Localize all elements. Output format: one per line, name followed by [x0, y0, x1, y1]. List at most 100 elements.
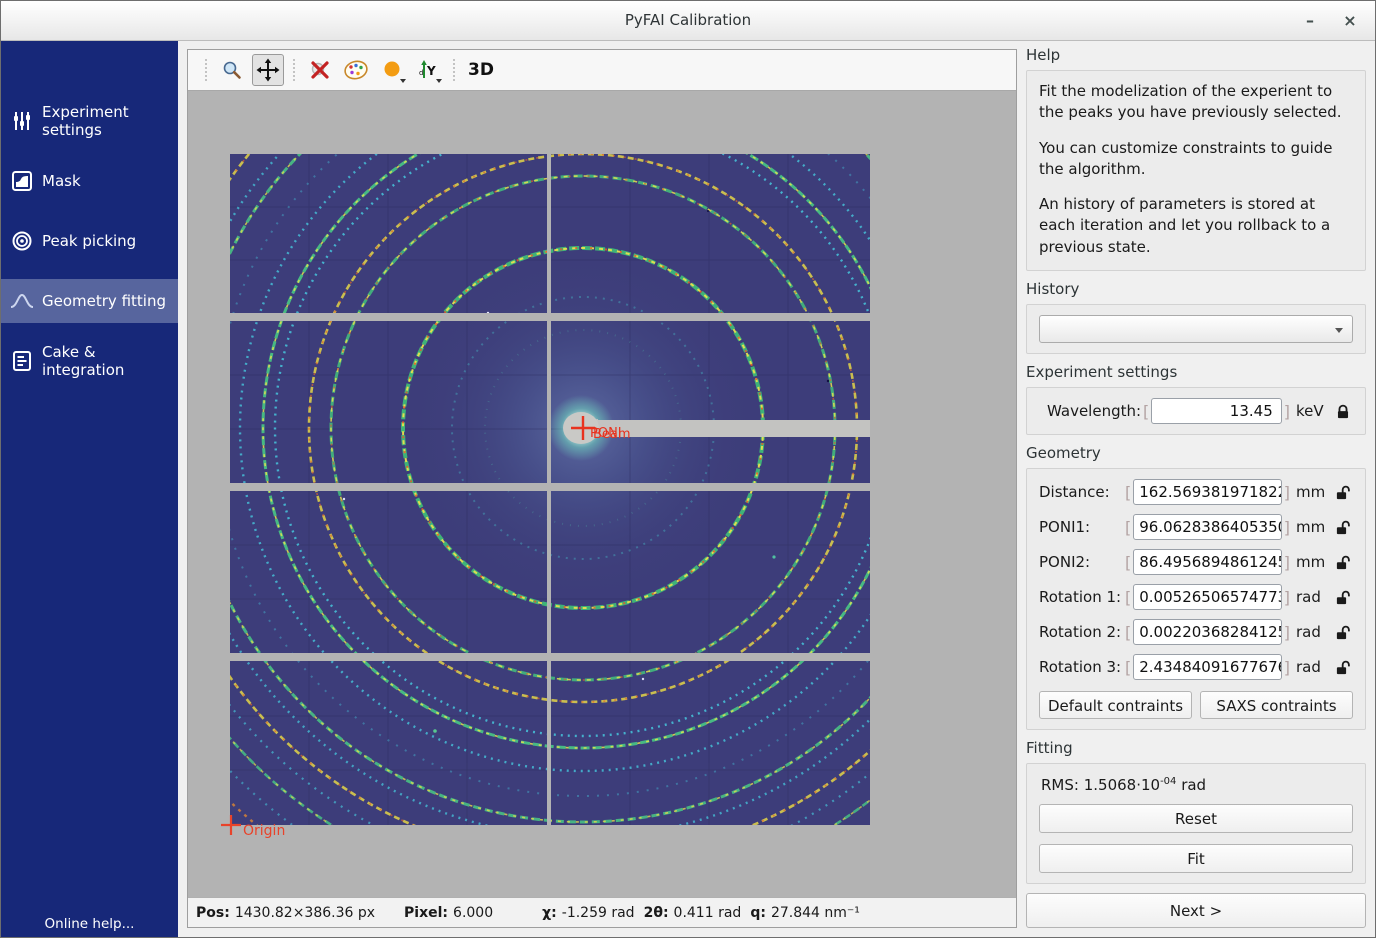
- close-bracket: ]: [1282, 402, 1292, 421]
- sidebar-item-mask[interactable]: Mask: [1, 159, 178, 203]
- history-dropdown[interactable]: [1039, 315, 1353, 343]
- status-bar: Pos: 1430.82×386.36 px Pixel: 6.000 χ: -…: [188, 897, 1016, 927]
- history-box: [1026, 304, 1366, 354]
- distance-unit: mm: [1296, 483, 1330, 501]
- zoom-magnifier-button[interactable]: [216, 54, 248, 86]
- poni1-unit: mm: [1296, 518, 1330, 536]
- close-bracket: ]: [1282, 623, 1292, 642]
- saxs-constraints-button[interactable]: SAXS contraints: [1200, 691, 1353, 719]
- pos-label: Pos:: [196, 905, 230, 921]
- colormap-palette-button[interactable]: [340, 54, 372, 86]
- reset-button[interactable]: Reset: [1039, 804, 1353, 833]
- wavelength-label: Wavelength:: [1047, 402, 1141, 420]
- close-bracket: ]: [1282, 588, 1292, 607]
- experiment-box: Wavelength: [ 13.45 ] keV: [1026, 387, 1366, 435]
- lock-open-icon[interactable]: [1336, 660, 1353, 675]
- close-bracket: ]: [1282, 658, 1292, 677]
- open-bracket: [: [1123, 623, 1133, 642]
- default-constraints-button[interactable]: Default contraints: [1039, 691, 1192, 719]
- rotation2-unit: rad: [1296, 623, 1330, 641]
- sidebar-item-geometry-fitting[interactable]: Geometry fitting: [1, 279, 178, 323]
- sidebar-item-experiment-settings[interactable]: Experiment settings: [1, 99, 178, 143]
- lock-open-icon[interactable]: [1336, 485, 1353, 500]
- help-section-title: Help: [1026, 46, 1366, 64]
- lock-open-icon[interactable]: [1336, 520, 1353, 535]
- rotation3-row: Rotation 3: [ 2.43484091677676 ] rad: [1039, 654, 1353, 680]
- q-value: 27.844 nm⁻¹: [771, 905, 860, 921]
- rms-readout: RMS: 1.5068·10-04 rad: [1041, 776, 1353, 794]
- poni1-field[interactable]: 96.0628386405350: [1133, 514, 1282, 540]
- axis-direction-button[interactable]: Yd: [412, 54, 444, 86]
- title-bar: PyFAI Calibration – ×: [1, 1, 1375, 41]
- sidebar-item-label: Cake & integration: [42, 343, 178, 379]
- rotation2-field[interactable]: 0.00220368284125: [1133, 619, 1282, 645]
- lock-open-icon[interactable]: [1336, 625, 1353, 640]
- rotation3-field[interactable]: 2.43484091677676: [1133, 654, 1282, 680]
- fit-button[interactable]: Fit: [1039, 844, 1353, 873]
- rms-unit: rad: [1181, 776, 1206, 794]
- fitting-section-title: Fitting: [1026, 739, 1366, 757]
- pixel-value: 6.000: [453, 905, 493, 921]
- rotation3-unit: rad: [1296, 658, 1330, 676]
- twotheta-value: 0.411 rad: [674, 905, 742, 921]
- window-title: PyFAI Calibration: [1, 11, 1375, 29]
- beam-label: Beam: [593, 427, 631, 442]
- sidebar-item-peak-picking[interactable]: Peak picking: [1, 219, 178, 263]
- close-bracket: ]: [1282, 553, 1292, 572]
- lock-closed-icon[interactable]: [1336, 404, 1353, 419]
- detector-image: PONI Beam Origin: [188, 91, 1016, 897]
- close-bracket: ]: [1282, 483, 1292, 502]
- close-button[interactable]: ×: [1337, 9, 1363, 33]
- geometry-box: Distance: [ 162.569381971822 ] mm PONI1:…: [1026, 468, 1366, 730]
- distance-label: Distance:: [1039, 483, 1123, 501]
- q-label: q:: [750, 905, 766, 921]
- sidebar-item-label: Mask: [42, 172, 81, 190]
- rotation1-unit: rad: [1296, 588, 1330, 606]
- poni2-field[interactable]: 86.4956894861245: [1133, 549, 1282, 575]
- svg-text:Y: Y: [426, 64, 436, 78]
- open-bracket: [: [1123, 483, 1133, 502]
- online-help-link[interactable]: Online help...: [1, 916, 178, 932]
- control-panel: Help Fit the modelization of the experie…: [1017, 41, 1376, 938]
- plot-widget: Yd 3D: [187, 49, 1017, 928]
- open-bracket: [: [1141, 402, 1151, 421]
- open-bracket: [: [1123, 658, 1133, 677]
- rotation3-label: Rotation 3:: [1039, 658, 1123, 676]
- fitting-box: RMS: 1.5068·10-04 rad Reset Fit: [1026, 763, 1366, 884]
- help-paragraph: Fit the modelization of the experient to…: [1039, 81, 1353, 124]
- crosshair-off-button[interactable]: [304, 54, 336, 86]
- sidebar-item-cake-integration[interactable]: Cake & integration: [1, 339, 178, 383]
- svg-text:d: d: [419, 69, 423, 77]
- distance-row: Distance: [ 162.569381971822 ] mm: [1039, 479, 1353, 505]
- rotation1-field[interactable]: 0.00526506574773: [1133, 584, 1282, 610]
- help-paragraph: You can customize constraints to guide t…: [1039, 138, 1353, 181]
- marker-color-button[interactable]: [376, 54, 408, 86]
- constraint-buttons: Default contraints SAXS contraints: [1039, 691, 1353, 719]
- rotation2-row: Rotation 2: [ 0.00220368284125 ] rad: [1039, 619, 1353, 645]
- mask-icon: [10, 169, 34, 193]
- view-3d-button[interactable]: 3D: [468, 60, 494, 80]
- pan-move-button[interactable]: [252, 54, 284, 86]
- wavelength-field[interactable]: 13.45: [1151, 398, 1282, 424]
- chi-value: -1.259 rad: [562, 905, 635, 921]
- help-paragraph: An history of parameters is stored at ea…: [1039, 194, 1353, 258]
- rotation2-label: Rotation 2:: [1039, 623, 1123, 641]
- diffraction-canvas[interactable]: PONI Beam Origin: [188, 90, 1016, 897]
- distance-field[interactable]: 162.569381971822: [1133, 479, 1282, 505]
- wavelength-row: Wavelength: [ 13.45 ] keV: [1039, 398, 1353, 424]
- chi-label: χ:: [542, 905, 557, 921]
- lock-open-icon[interactable]: [1336, 590, 1353, 605]
- open-bracket: [: [1123, 588, 1133, 607]
- sidebar-item-label: Peak picking: [42, 232, 136, 250]
- lock-open-icon[interactable]: [1336, 555, 1353, 570]
- concentric-rings-icon: [10, 229, 34, 253]
- dropdown-caret-icon: [436, 79, 442, 83]
- next-button[interactable]: Next >: [1026, 893, 1366, 928]
- help-box: Fit the modelization of the experient to…: [1026, 70, 1366, 271]
- minimize-button[interactable]: –: [1297, 9, 1323, 33]
- experiment-section-title: Experiment settings: [1026, 363, 1366, 381]
- rms-mantissa: 1.5068·10: [1084, 776, 1160, 794]
- lines-box-icon: [10, 349, 34, 373]
- poni2-unit: mm: [1296, 553, 1330, 571]
- rotation1-row: Rotation 1: [ 0.00526506574773 ] rad: [1039, 584, 1353, 610]
